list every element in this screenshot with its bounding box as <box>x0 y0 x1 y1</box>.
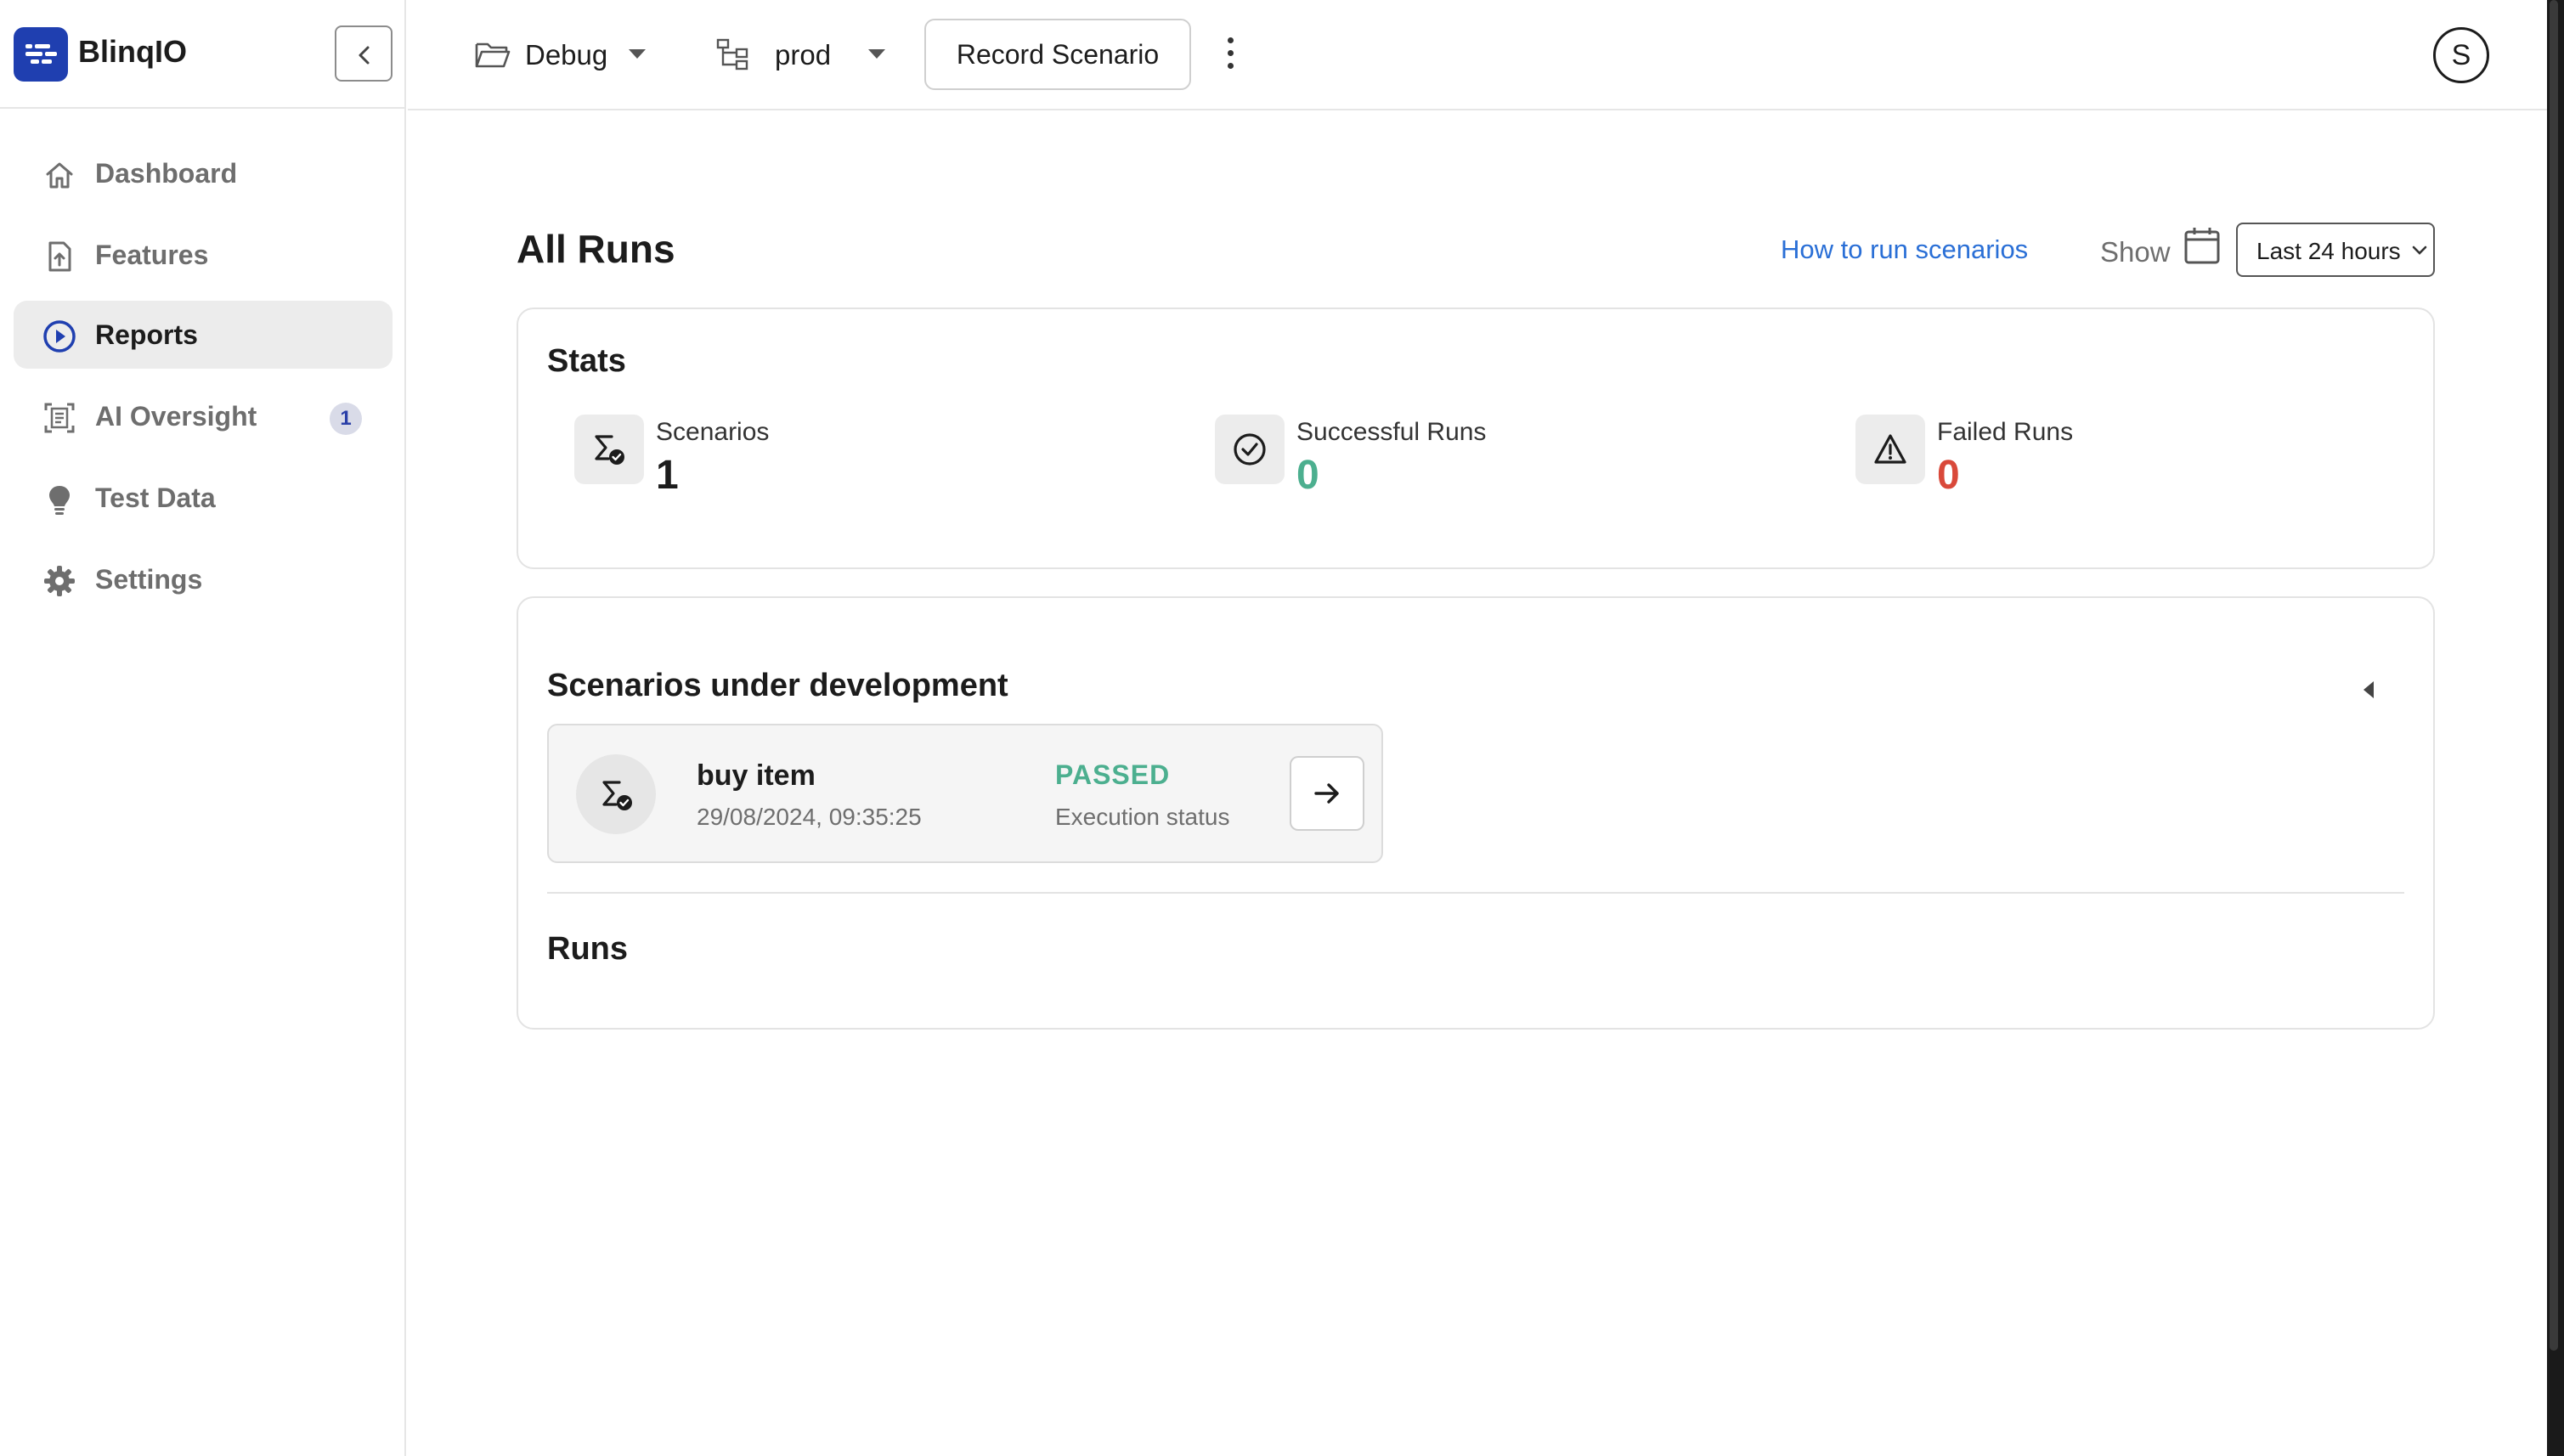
sidebar-item-label: Test Data <box>95 483 216 513</box>
file-upload-icon <box>42 240 76 274</box>
collapse-section-icon[interactable] <box>2364 681 2374 698</box>
time-range-select[interactable]: Last 24 hours <box>2236 223 2435 277</box>
sidebar-item-label: Dashboard <box>95 158 238 189</box>
open-scenario-button[interactable] <box>1290 756 1364 831</box>
user-avatar[interactable]: S <box>2433 27 2489 83</box>
runs-section-title: Runs <box>547 931 628 967</box>
arrow-right-icon <box>1314 783 1339 804</box>
check-circle-icon <box>1215 415 1285 484</box>
sidebar-item-label: AI Oversight <box>95 401 257 432</box>
stat-label: Failed Runs <box>1937 418 2074 446</box>
stat-label: Scenarios <box>656 418 770 446</box>
home-icon <box>42 158 76 192</box>
app-logo-text: BlinqIO <box>78 34 187 69</box>
scenario-name: buy item <box>697 759 816 792</box>
show-label: Show <box>2100 236 2171 268</box>
scan-document-icon <box>42 401 76 435</box>
stats-card: Stats Scenarios 1 Successful Runs 0 Fail… <box>517 308 2435 569</box>
collapse-sidebar-button[interactable] <box>335 25 393 82</box>
time-range-value: Last 24 hours <box>2256 238 2401 264</box>
sidebar-item-features[interactable]: Features <box>14 221 393 289</box>
top-bar: Debug prod Record Scenario S <box>408 0 2547 110</box>
stat-value: 0 <box>1937 453 1960 498</box>
sidebar-item-label: Features <box>95 240 209 270</box>
caret-down-icon <box>629 49 646 59</box>
scrollbar-thumb[interactable] <box>2550 0 2558 1351</box>
sidebar-item-label: Settings <box>95 564 203 595</box>
chevron-down-icon <box>2412 245 2427 255</box>
folder-icon <box>474 37 511 71</box>
ai-oversight-count-badge: 1 <box>330 403 362 435</box>
scenario-card[interactable]: buy item 29/08/2024, 09:35:25 PASSED Exe… <box>547 724 1383 863</box>
sidebar-item-ai-oversight[interactable]: AI Oversight 1 <box>14 382 393 450</box>
scrollbar[interactable] <box>2547 0 2564 1456</box>
stat-value: 0 <box>1296 453 1319 498</box>
sidebar-header: BlinqIO <box>0 0 406 109</box>
project-dropdown[interactable]: Debug <box>474 32 646 78</box>
execution-status-label: Execution status <box>1055 804 1230 830</box>
caret-down-icon <box>868 49 885 59</box>
chevron-left-icon <box>359 46 370 65</box>
record-scenario-button[interactable]: Record Scenario <box>924 19 1191 90</box>
stats-title: Stats <box>547 343 626 379</box>
sidebar-item-label: Reports <box>95 319 198 350</box>
stat-scenarios: Scenarios 1 <box>574 415 1169 516</box>
sidebar-item-settings[interactable]: Settings <box>14 545 393 613</box>
development-section-title: Scenarios under development <box>547 668 1008 703</box>
stat-value: 1 <box>656 453 679 498</box>
how-to-run-scenarios-link[interactable]: How to run scenarios <box>1781 234 2028 265</box>
sidebar: BlinqIO Dashboard Features Reports AI Ov… <box>0 0 406 1456</box>
sigma-check-icon <box>574 415 644 484</box>
sidebar-item-reports[interactable]: Reports <box>14 301 393 369</box>
hierarchy-icon <box>715 37 749 71</box>
environment-dropdown-label: prod <box>775 39 832 71</box>
stat-label: Successful Runs <box>1296 418 1487 446</box>
play-circle-icon <box>42 319 76 353</box>
gear-icon <box>42 564 76 598</box>
scenario-date: 29/08/2024, 09:35:25 <box>697 804 922 830</box>
sigma-check-icon <box>576 754 656 834</box>
stat-failed-runs: Failed Runs 0 <box>1855 415 2450 516</box>
page-title: All Runs <box>517 227 675 271</box>
project-dropdown-label: Debug <box>525 39 608 71</box>
environment-dropdown[interactable]: prod <box>715 32 885 78</box>
sidebar-item-test-data[interactable]: Test Data <box>14 464 393 532</box>
scenarios-under-development-card: Scenarios under development buy item 29/… <box>517 596 2435 1030</box>
warning-icon <box>1855 415 1925 484</box>
lightbulb-icon <box>42 483 76 516</box>
sidebar-item-dashboard[interactable]: Dashboard <box>14 139 393 207</box>
section-divider <box>547 892 2404 894</box>
blinqio-logo-icon <box>14 27 68 82</box>
execution-status-badge: PASSED <box>1055 759 1171 790</box>
more-options-icon[interactable] <box>1225 37 1235 71</box>
calendar-icon[interactable] <box>2183 226 2221 265</box>
stat-successful-runs: Successful Runs 0 <box>1215 415 1810 516</box>
